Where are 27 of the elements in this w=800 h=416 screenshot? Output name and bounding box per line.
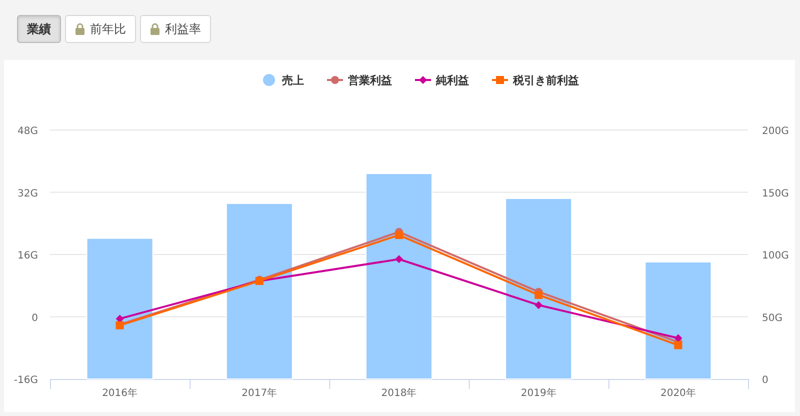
tab[interactable]: 利益率 — [140, 15, 211, 43]
legend-label[interactable]: 純利益 — [436, 74, 469, 87]
legend-label[interactable]: 税引き前利益 — [513, 74, 579, 87]
axis-tick-label: 2020年 — [660, 388, 696, 399]
axis-tick-label: 2018年 — [381, 388, 417, 399]
axis-tick-label: 2019年 — [520, 388, 556, 399]
axis-tick-label: -16G — [14, 375, 38, 386]
lock-icon — [150, 23, 160, 35]
axis-tick-label: 100G — [762, 250, 789, 262]
axis-tick-label: 0 — [32, 312, 38, 324]
axis-tick-label: 32G — [18, 188, 38, 200]
axis-tick-label: 2017年 — [242, 388, 278, 399]
axis-tick-label: 50G — [762, 312, 782, 324]
axis-tick-label: 150G — [762, 188, 789, 200]
axis-tick-label: 200G — [762, 126, 789, 137]
axis-tick-label: 16G — [18, 250, 38, 262]
data-point — [534, 301, 543, 310]
axis-tick-label: 0 — [762, 375, 768, 386]
axis-tick-label: 48G — [18, 126, 38, 137]
axis-tick-label: 2016年 — [102, 388, 138, 399]
legend-label[interactable]: 売上 — [282, 74, 304, 87]
tab[interactable]: 前年比 — [65, 15, 136, 43]
data-point — [116, 314, 124, 323]
legend-label[interactable]: 営業利益 — [348, 74, 392, 87]
lock-icon — [75, 23, 85, 35]
data-point — [395, 255, 403, 264]
tab[interactable]: 業績 — [17, 15, 61, 43]
